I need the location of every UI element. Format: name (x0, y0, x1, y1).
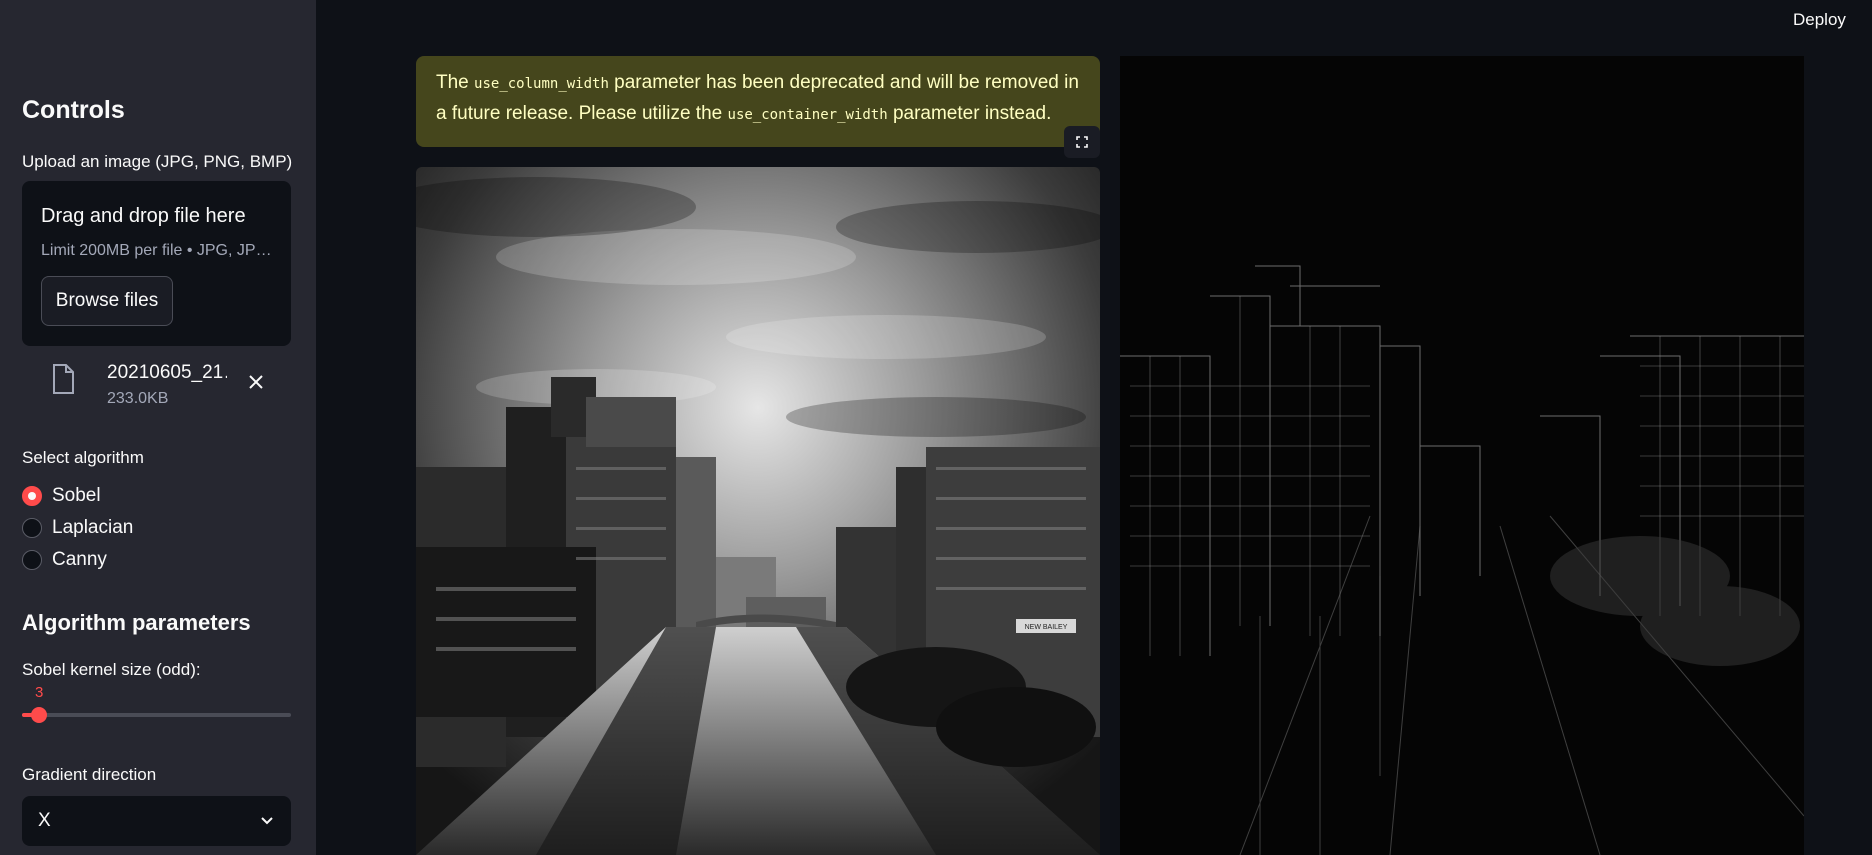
algorithm-label: Select algorithm (22, 448, 144, 467)
radio-laplacian[interactable]: Laplacian (22, 512, 133, 544)
browse-files-button[interactable]: Browse files (41, 276, 173, 326)
file-dropzone[interactable]: Drag and drop file here Limit 200MB per … (22, 181, 291, 346)
radio-canny[interactable]: Canny (22, 544, 133, 576)
warning-code: use_container_width (727, 107, 888, 123)
deprecation-warning: The use_column_width parameter has been … (416, 56, 1100, 147)
sidebar-title: Controls (22, 96, 125, 124)
dropzone-limit: Limit 200MB per file • JPG, JP… (41, 242, 272, 259)
file-name: 20210605_21… (107, 362, 227, 383)
kernel-size-slider[interactable] (22, 713, 291, 717)
warning-code: use_column_width (474, 76, 609, 92)
file-size: 233.0KB (107, 390, 169, 407)
warning-text: The (436, 72, 475, 93)
sign-text: NEW BAILEY (1025, 624, 1068, 631)
processed-image (1120, 56, 1804, 855)
uploaded-file: 20210605_21… 233.0KB (22, 356, 291, 416)
chevron-down-icon (259, 813, 275, 829)
kernel-size-label: Sobel kernel size (odd): (22, 660, 201, 679)
radio-label: Laplacian (52, 517, 134, 538)
original-image: NEW BAILEY (416, 167, 1100, 855)
radio-checked-icon (22, 486, 42, 506)
warning-text: parameter instead. (887, 103, 1052, 124)
slider-thumb[interactable] (31, 707, 47, 723)
select-value: X (38, 810, 51, 831)
app-root: Controls Upload an image (JPG, PNG, BMP)… (0, 0, 1872, 855)
params-title: Algorithm parameters (22, 610, 251, 635)
algorithm-radio-group: Sobel Laplacian Canny (22, 480, 133, 576)
radio-label: Canny (52, 549, 107, 570)
file-icon (52, 364, 74, 394)
radio-unchecked-icon (22, 550, 42, 570)
slider-value: 3 (35, 684, 44, 701)
radio-unchecked-icon (22, 518, 42, 538)
radio-sobel[interactable]: Sobel (22, 480, 133, 512)
dropzone-title: Drag and drop file here (41, 205, 246, 227)
upload-label: Upload an image (JPG, PNG, BMP) (22, 152, 293, 171)
direction-label: Gradient direction (22, 765, 157, 784)
fullscreen-button[interactable] (1064, 126, 1100, 158)
sidebar: Controls Upload an image (JPG, PNG, BMP)… (0, 0, 316, 855)
close-icon[interactable] (248, 374, 264, 390)
direction-select[interactable]: X (22, 796, 291, 846)
deploy-button[interactable]: Deploy (1793, 8, 1846, 32)
fullscreen-icon (1076, 136, 1088, 148)
radio-label: Sobel (52, 485, 101, 506)
